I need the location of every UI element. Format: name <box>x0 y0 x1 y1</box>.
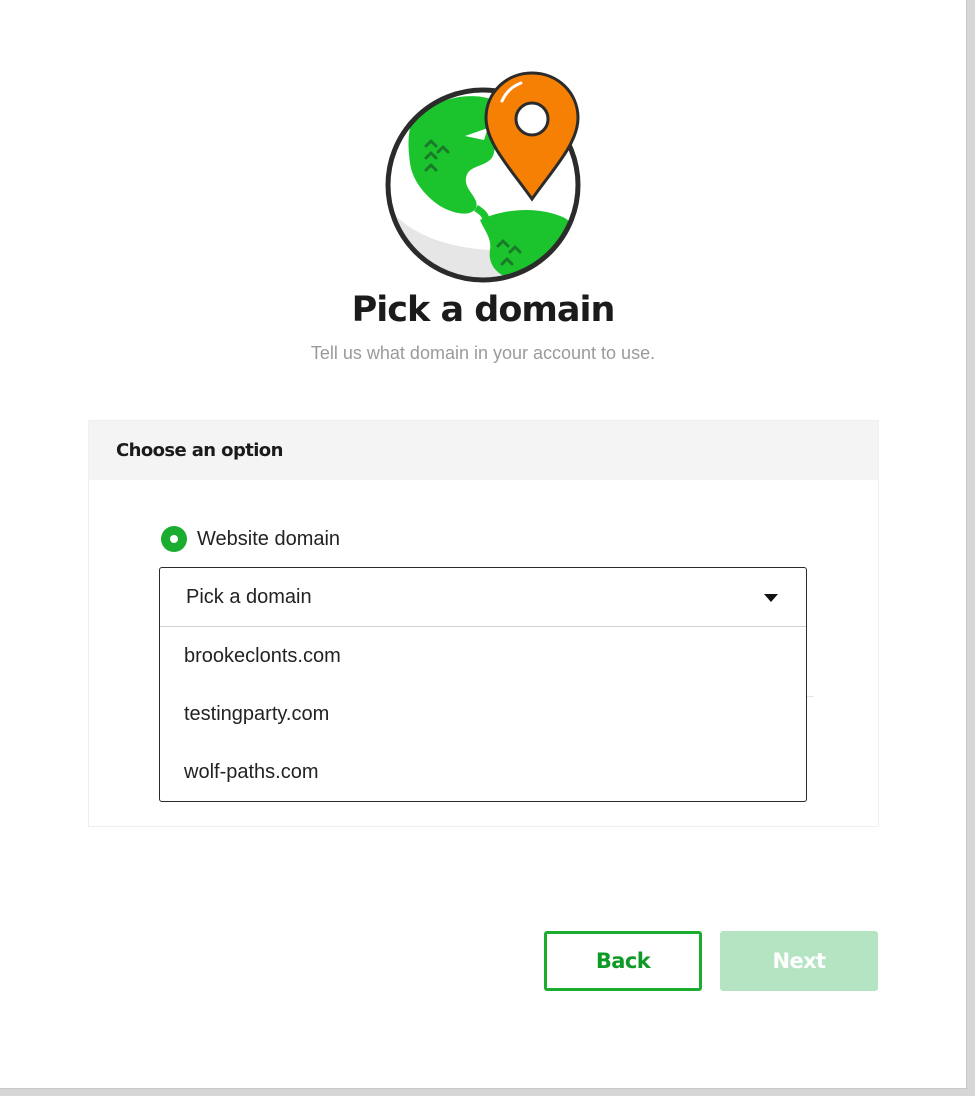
option-card-heading: Choose an option <box>89 421 878 480</box>
website-domain-radio-row[interactable]: Website domain <box>161 525 340 553</box>
website-domain-radio[interactable] <box>161 526 187 552</box>
next-button[interactable]: Next <box>720 931 878 991</box>
domain-select-value: Pick a domain <box>186 586 312 608</box>
domain-select[interactable]: Pick a domain <box>160 568 806 627</box>
page-subtitle: Tell us what domain in your account to u… <box>310 343 656 363</box>
caret-down-icon[interactable] <box>764 594 778 602</box>
globe-location-pin-icon <box>385 71 581 283</box>
page-frame: Pick a domain Tell us what domain in you… <box>0 0 967 1089</box>
dropdown-option[interactable]: testingparty.com <box>160 685 806 743</box>
dropdown-option[interactable]: wolf-paths.com <box>160 743 806 801</box>
website-domain-radio-label[interactable]: Website domain <box>197 528 340 551</box>
domain-dropdown[interactable]: Pick a domain brookeclonts.com testingpa… <box>159 567 807 802</box>
dropdown-option[interactable]: brookeclonts.com <box>160 627 806 685</box>
page-title: Pick a domain <box>351 290 616 330</box>
back-button[interactable]: Back <box>544 931 702 991</box>
